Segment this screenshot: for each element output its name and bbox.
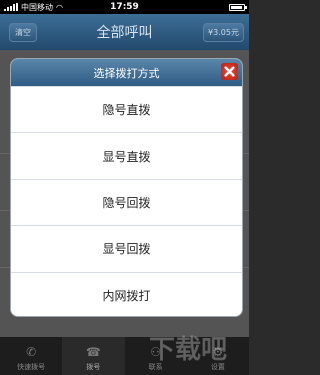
page-title: 全部呼叫 <box>96 25 153 41</box>
close-button[interactable] <box>221 63 238 80</box>
dial-method-dialog: 选择拨打方式 隐号直拨 显号直拨 隐号回拨 显号回拨 内网拨打 <box>10 58 243 317</box>
svg-text:下载吧: 下载吧 <box>149 335 227 365</box>
clear-button[interactable]: 清空 <box>9 23 37 42</box>
option-hidden-direct[interactable]: 隐号直拨 <box>11 86 242 133</box>
option-intranet-call[interactable]: 内网拨打 <box>11 271 242 316</box>
status-bar: 中国移动 ◠ 17:59 <box>0 0 249 14</box>
tab-quick-dial[interactable]: ✆ 快速拨号 <box>0 337 62 375</box>
tab-label: 拨号 <box>86 363 101 371</box>
dialog-header: 选择拨打方式 <box>11 59 242 86</box>
phone-icon: ✆ <box>26 345 37 359</box>
option-shown-callback[interactable]: 显号回拨 <box>11 225 242 272</box>
carrier-name: 中国移动 <box>21 2 53 12</box>
close-icon <box>224 66 235 77</box>
wifi-icon: ◠ <box>56 2 63 12</box>
option-hidden-callback[interactable]: 隐号回拨 <box>11 178 242 226</box>
status-left: 中国移动 ◠ <box>4 2 63 13</box>
tab-label: 快速拨号 <box>17 363 46 371</box>
signal-icon <box>4 3 18 11</box>
dialog-title: 选择拨打方式 <box>93 66 160 80</box>
watermark-logo: 下载吧 <box>149 335 228 366</box>
option-shown-direct[interactable]: 显号直拨 <box>11 132 242 179</box>
battery-icon <box>229 3 247 11</box>
tab-dial[interactable]: ☎ 拨号 <box>62 337 125 375</box>
balance-button[interactable]: ¥3.05元 <box>203 23 244 42</box>
dialpad-icon: ☎ <box>85 345 101 359</box>
navbar: 清空 全部呼叫 ¥3.05元 <box>0 14 249 50</box>
